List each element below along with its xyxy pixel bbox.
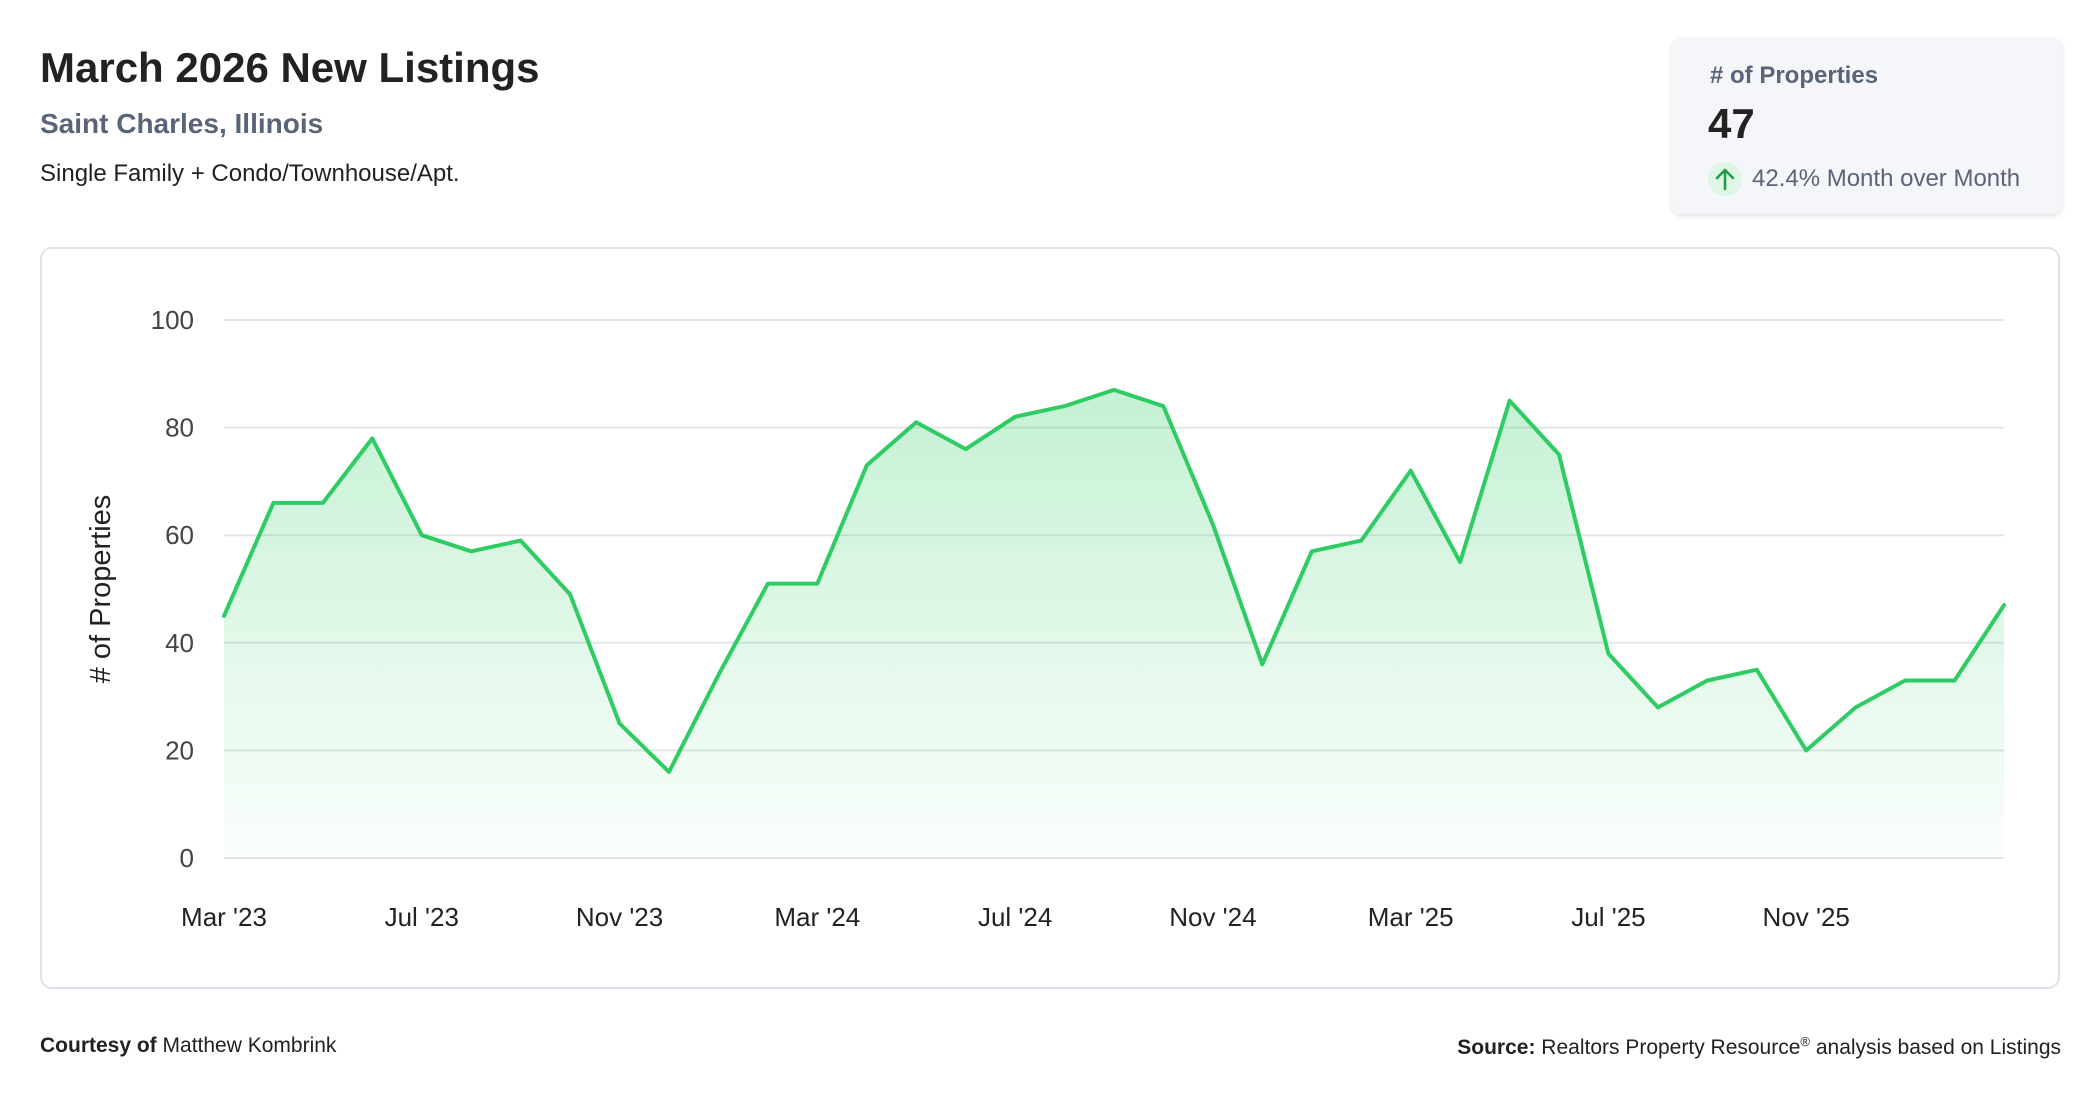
x-tick-label: Mar '24 (774, 902, 860, 932)
data-point-0 (221, 613, 227, 619)
x-tick-label: Nov '23 (576, 902, 663, 932)
y-tick-label: 0 (180, 843, 194, 873)
data-point-31 (1754, 667, 1760, 673)
property-types: Single Family + Condo/Townhouse/Apt. (40, 160, 460, 187)
data-point-32 (1803, 747, 1809, 753)
registered-mark: ® (1800, 1034, 1810, 1049)
data-point-11 (765, 581, 771, 587)
data-point-23 (1358, 538, 1364, 544)
y-axis-label: # of Properties (85, 495, 117, 684)
x-tick-label: Nov '25 (1763, 902, 1850, 932)
data-point-2 (320, 500, 326, 506)
x-tick-labels: Mar '23 Jul '23 Nov '23 Mar '24 Jul '24 Nov '… (181, 902, 1850, 932)
courtesy-name: Matthew Kombrink (162, 1034, 337, 1057)
data-point-10 (715, 672, 721, 678)
data-point-21 (1259, 661, 1265, 667)
courtesy-label: Courtesy of (40, 1034, 157, 1057)
data-point-14 (913, 419, 919, 425)
kpi-card: # of Properties 47 42.4% Month over Mont… (1672, 38, 2062, 214)
data-point-9 (666, 769, 672, 775)
y-tick-label: 60 (165, 520, 194, 550)
x-tick-label: Jul '24 (978, 902, 1052, 932)
data-point-29 (1655, 704, 1661, 710)
source-suffix: analysis based on Listings (1815, 1036, 2061, 1059)
x-tick-label: Mar '25 (1368, 902, 1454, 932)
data-point-35 (1952, 677, 1958, 683)
x-tick-label: Jul '25 (1571, 902, 1645, 932)
x-tick-label: Nov '24 (1169, 902, 1256, 932)
data-point-13 (864, 462, 870, 468)
kpi-label: # of Properties (1710, 62, 1879, 89)
y-tick-labels: 0 20 40 60 80 100 (151, 305, 194, 873)
y-tick-label: 20 (165, 735, 194, 765)
kpi-change: 42.4% Month over Month (1708, 162, 2020, 196)
footer-source: Source: Realtors Property Resource® anal… (1457, 1034, 2061, 1060)
data-point-33 (1853, 704, 1859, 710)
y-tick-label: 100 (151, 305, 194, 335)
series-area (224, 389, 2004, 858)
kpi-value: 47 (1708, 100, 1755, 147)
data-point-20 (1210, 521, 1216, 527)
data-point-25 (1457, 559, 1463, 565)
y-tick-label: 40 (165, 628, 194, 658)
data-point-34 (1902, 677, 1908, 683)
data-point-4 (419, 532, 425, 538)
data-point-26 (1507, 398, 1513, 404)
kpi-change-text: 42.4% Month over Month (1752, 165, 2021, 192)
data-point-22 (1309, 548, 1315, 554)
data-point-12 (814, 581, 820, 587)
x-tick-label: Mar '23 (181, 902, 267, 932)
location-subtitle: Saint Charles, Illinois (40, 108, 324, 139)
data-point-3 (369, 435, 375, 441)
data-point-5 (468, 548, 474, 554)
data-point-6 (518, 538, 524, 544)
data-point-8 (617, 721, 623, 727)
y-tick-label: 80 (165, 413, 194, 443)
data-point-16 (1012, 414, 1018, 420)
data-point-19 (1160, 403, 1166, 409)
data-point-24 (1408, 468, 1414, 474)
data-point-18 (1111, 387, 1117, 393)
x-tick-label: Jul '23 (385, 902, 459, 932)
source-name: Realtors Property Resource (1541, 1036, 1801, 1059)
data-point-1 (270, 500, 276, 506)
new-listings-chart: 020406080100 Mar '23 Jul '23 Nov '23 Mar '2… (85, 305, 2007, 932)
arrow-up-icon (1708, 162, 1742, 196)
data-point-15 (963, 446, 969, 452)
page-title: March 2026 New Listings (40, 44, 540, 91)
footer-courtesy: Courtesy of Matthew Kombrink (40, 1034, 336, 1058)
source-label: Source: (1457, 1036, 1536, 1059)
chart-panel: 0 20 40 60 80 100 Mar '23 Jul '23 Nov '23 Mar '2… (40, 247, 2060, 989)
data-point-30 (1704, 677, 1710, 683)
data-point-28 (1605, 651, 1611, 657)
data-point-7 (567, 591, 573, 597)
data-point-27 (1556, 452, 1562, 458)
data-point-17 (1062, 403, 1068, 409)
data-point-36 (2001, 602, 2007, 608)
